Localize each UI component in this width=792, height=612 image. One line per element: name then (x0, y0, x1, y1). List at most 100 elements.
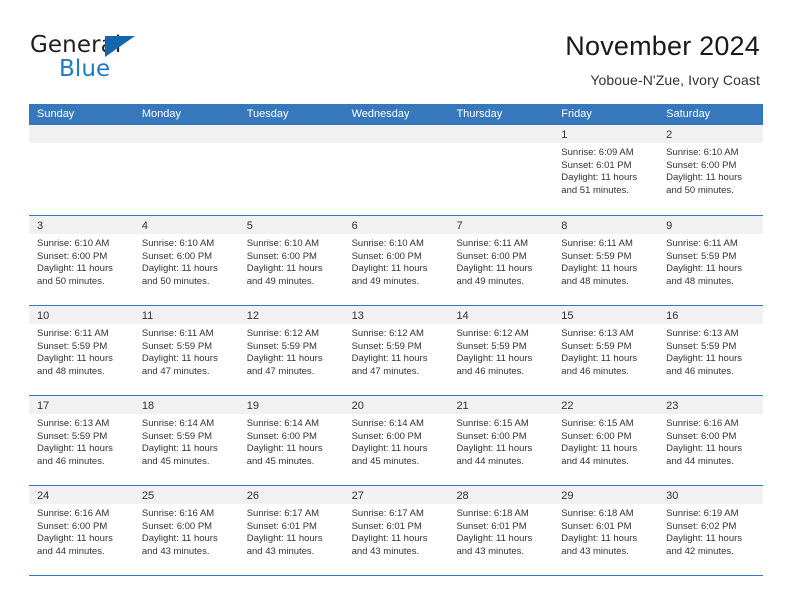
sunrise-text: Sunrise: 6:11 AM (666, 238, 738, 249)
day-cell-5[interactable]: 5 Sunrise: 6:10 AM Sunset: 6:00 PM Daylight… (238, 216, 344, 305)
sunset-text: Sunset: 6:00 PM (246, 250, 317, 262)
day-number: 10 (37, 310, 50, 322)
day-number: 18 (141, 400, 155, 412)
day-number-strip: 16 (658, 306, 764, 324)
day-cell-3[interactable]: 3 Sunrise: 6:10 AM Sunset: 6:00 PM Daylight… (29, 216, 134, 305)
sunrise-text: Sunrise: 6:10 AM (246, 238, 320, 249)
sunrise-text: Sunrise: 6:10 AM (351, 238, 424, 249)
sunset-text: Sunset: 5:59 PM (666, 250, 737, 262)
day-number-strip: 19 (238, 396, 344, 414)
day-cell-6[interactable]: 6 Sunrise: 6:10 AM Sunset: 6:00 PM Daylight… (343, 216, 449, 305)
sunrise-text: Sunrise: 6:18 AM (456, 508, 529, 519)
day-cell-21[interactable]: 21 Sunrise: 6:15 AM Sunset: 6:00 PM Dayligh… (448, 396, 554, 485)
sunset-text: Sunset: 5:59 PM (246, 340, 317, 352)
day-info: Sunrise: 6:14 AM Sunset: 6:00 PM Daylight:… (239, 414, 344, 468)
day-number-strip: 4 (133, 216, 239, 234)
day-cell-14[interactable]: 14 Sunrise: 6:12 AM Sunset: 5:59 PM Dayligh… (448, 306, 554, 395)
day-number: 30 (666, 490, 679, 502)
sunrise-text: Sunrise: 6:16 AM (37, 508, 110, 519)
daylight-text: Daylight: 11 hours and 49 minutes. (456, 263, 533, 287)
sunrise-text: Sunrise: 6:13 AM (561, 328, 634, 339)
day-cell-27[interactable]: 27 Sunrise: 6:17 AM Sunset: 6:01 PM Dayligh… (343, 486, 449, 575)
day-cell-20[interactable]: 20 Sunrise: 6:14 AM Sunset: 6:00 PM Dayligh… (343, 396, 449, 485)
daylight-text: Daylight: 11 hours and 45 minutes. (141, 443, 218, 467)
day-cell-12[interactable]: 12 Sunrise: 6:12 AM Sunset: 5:59 PM Dayligh… (238, 306, 344, 395)
day-cell-19[interactable]: 19 Sunrise: 6:14 AM Sunset: 6:00 PM Dayligh… (238, 396, 344, 485)
day-info: Sunrise: 6:11 AM Sunset: 5:59 PM Daylight:… (134, 324, 239, 378)
day-number-strip: 27 (343, 486, 449, 504)
day-cell-empty (238, 125, 344, 215)
day-number: 12 (246, 310, 259, 322)
day-cell-empty (29, 125, 134, 215)
day-cell-16[interactable]: 16 Sunrise: 6:13 AM Sunset: 5:59 PM Dayligh… (658, 306, 764, 395)
day-cell-29[interactable]: 29 Sunrise: 6:18 AM Sunset: 6:01 PM Dayligh… (553, 486, 659, 575)
day-info: Sunrise: 6:18 AM Sunset: 6:01 PM Daylight:… (448, 504, 553, 558)
day-number-strip: 25 (133, 486, 239, 504)
daylight-text: Daylight: 11 hours and 48 minutes. (37, 353, 113, 377)
page-subtitle: Yoboue-N'Zue, Ivory Coast (590, 72, 760, 88)
day-cell-8[interactable]: 8 Sunrise: 6:11 AM Sunset: 5:59 PM Daylight… (553, 216, 659, 305)
day-info: Sunrise: 6:11 AM Sunset: 5:59 PM Daylight:… (658, 234, 763, 288)
day-number: 15 (561, 310, 574, 322)
sunset-text: Sunset: 6:00 PM (666, 159, 737, 171)
day-number: 5 (246, 220, 253, 232)
day-number-strip: 24 (29, 486, 134, 504)
day-cell-15[interactable]: 15 Sunrise: 6:13 AM Sunset: 5:59 PM Dayligh… (553, 306, 659, 395)
daylight-text: Daylight: 11 hours and 47 minutes. (351, 353, 428, 377)
sunset-text: Sunset: 6:00 PM (456, 250, 527, 262)
day-number-strip: 8 (553, 216, 659, 234)
day-cell-18[interactable]: 18 Sunrise: 6:14 AM Sunset: 5:59 PM Dayligh… (133, 396, 239, 485)
day-cell-empty (133, 125, 239, 215)
day-info: Sunrise: 6:10 AM Sunset: 6:00 PM Daylight:… (29, 234, 134, 288)
daylight-text: Daylight: 11 hours and 45 minutes. (351, 443, 428, 467)
day-number: 20 (351, 400, 364, 412)
day-cell-26[interactable]: 26 Sunrise: 6:17 AM Sunset: 6:01 PM Dayligh… (238, 486, 344, 575)
day-cell-1[interactable]: 1 Sunrise: 6:09 AM Sunset: 6:01 PM Daylight… (553, 125, 659, 215)
day-cell-10[interactable]: 10 Sunrise: 6:11 AM Sunset: 5:59 PM Dayligh… (29, 306, 134, 395)
day-cell-9[interactable]: 9 Sunrise: 6:11 AM Sunset: 5:59 PM Daylight… (658, 216, 764, 305)
day-cell-7[interactable]: 7 Sunrise: 6:11 AM Sunset: 6:00 PM Daylight… (448, 216, 554, 305)
general-blue-logo[interactable]: General Blue (30, 33, 210, 87)
day-cell-28[interactable]: 28 Sunrise: 6:18 AM Sunset: 6:01 PM Dayligh… (448, 486, 554, 575)
day-number-strip (29, 125, 134, 143)
day-info: Sunrise: 6:17 AM Sunset: 6:01 PM Daylight:… (239, 504, 344, 558)
day-cell-22[interactable]: 22 Sunrise: 6:15 AM Sunset: 6:00 PM Dayligh… (553, 396, 659, 485)
day-info: Sunrise: 6:10 AM Sunset: 6:00 PM Daylight:… (658, 143, 763, 197)
day-info: Sunrise: 6:15 AM Sunset: 6:00 PM Daylight:… (448, 414, 553, 468)
day-number: 17 (37, 400, 50, 412)
sunset-text: Sunset: 6:00 PM (351, 250, 422, 262)
day-info: Sunrise: 6:09 AM Sunset: 6:01 PM Daylight:… (553, 143, 658, 197)
triangle-icon (105, 36, 135, 57)
day-cell-13[interactable]: 13 Sunrise: 6:12 AM Sunset: 5:59 PM Dayligh… (343, 306, 449, 395)
day-number-strip: 14 (448, 306, 554, 324)
daylight-text: Daylight: 11 hours and 48 minutes. (666, 263, 743, 287)
day-number-strip: 12 (238, 306, 344, 324)
day-cell-30[interactable]: 30 Sunrise: 6:19 AM Sunset: 6:02 PM Dayligh… (658, 486, 764, 575)
day-cell-2[interactable]: 2 Sunrise: 6:10 AM Sunset: 6:00 PM Daylight… (658, 125, 764, 215)
sunset-text: Sunset: 6:00 PM (141, 520, 213, 532)
daylight-text: Daylight: 11 hours and 43 minutes. (456, 533, 533, 557)
day-number: 4 (141, 220, 148, 232)
sunrise-text: Sunrise: 6:14 AM (351, 418, 424, 429)
page-header: General Blue November 2024 Yoboue-N'Zue,… (0, 0, 792, 100)
day-info: Sunrise: 6:18 AM Sunset: 6:01 PM Daylight:… (553, 504, 658, 558)
day-info: Sunrise: 6:13 AM Sunset: 5:59 PM Daylight:… (658, 324, 763, 378)
logo-text-blue: Blue (59, 56, 111, 82)
sunrise-text: Sunrise: 6:11 AM (561, 238, 633, 249)
day-number-strip: 29 (553, 486, 659, 504)
day-cell-24[interactable]: 24 Sunrise: 6:16 AM Sunset: 6:00 PM Dayligh… (29, 486, 134, 575)
sunrise-text: Sunrise: 6:18 AM (561, 508, 634, 519)
day-number-strip: 3 (29, 216, 134, 234)
day-number-strip: 18 (133, 396, 239, 414)
daylight-text: Daylight: 11 hours and 46 minutes. (666, 353, 743, 377)
day-cell-17[interactable]: 17 Sunrise: 6:13 AM Sunset: 5:59 PM Dayligh… (29, 396, 134, 485)
sunrise-text: Sunrise: 6:19 AM (666, 508, 739, 519)
day-cell-11[interactable]: 11 Sunrise: 6:11 AM Sunset: 5:59 PM Dayligh… (133, 306, 239, 395)
weekday-header-sunday: Sunday (37, 108, 75, 120)
day-cell-4[interactable]: 4 Sunrise: 6:10 AM Sunset: 6:00 PM Daylight… (133, 216, 239, 305)
daylight-text: Daylight: 11 hours and 47 minutes. (141, 353, 218, 377)
day-cell-25[interactable]: 25 Sunrise: 6:16 AM Sunset: 6:00 PM Dayligh… (133, 486, 239, 575)
day-cell-23[interactable]: 23 Sunrise: 6:16 AM Sunset: 6:00 PM Dayligh… (658, 396, 764, 485)
day-number: 1 (561, 129, 568, 141)
calendar-week-row: 1 Sunrise: 6:09 AM Sunset: 6:01 PM Daylight… (29, 125, 764, 215)
